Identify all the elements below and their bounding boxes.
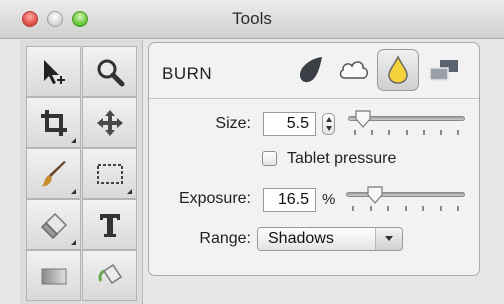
slider-tick [422, 206, 424, 211]
slider-track[interactable] [346, 192, 465, 197]
magnifier-icon [97, 59, 124, 86]
panel-title: BURN [162, 64, 213, 83]
range-select-value: Shadows [268, 230, 334, 247]
crop-tool[interactable] [26, 97, 81, 148]
exposure-label: Exposure: [178, 190, 251, 207]
four-arrows-icon [96, 109, 123, 136]
size-stepper[interactable] [322, 113, 335, 135]
fill-tool[interactable] [82, 250, 137, 301]
eraser-tool[interactable] [26, 199, 81, 250]
paintbrush-icon [41, 160, 66, 186]
arrow-move-icon [43, 59, 65, 84]
slider-tick [457, 206, 459, 211]
panel-header: BURN [149, 43, 479, 99]
slider-tick [457, 130, 459, 135]
cloud-mode-button[interactable] [333, 49, 375, 91]
range-label: Range: [199, 230, 251, 247]
zoom-tool[interactable] [82, 46, 137, 97]
cloud-icon [339, 61, 368, 79]
tool-options-panel: BURN Size: 5.5 Tablet pressure Exposure:… [148, 42, 480, 276]
exposure-field[interactable]: 16.5 [263, 188, 316, 212]
slider-tick [405, 130, 408, 135]
slider-knob[interactable] [366, 186, 384, 204]
tablet-pressure-label: Tablet pressure [287, 150, 397, 167]
pan-tool[interactable] [82, 97, 137, 148]
exposure-unit: % [322, 191, 336, 208]
crop-icon [40, 109, 67, 136]
marquee-tool[interactable] [82, 148, 137, 199]
eraser-icon [40, 212, 67, 239]
slider-tick [388, 130, 391, 135]
stacked-rects-icon [429, 60, 458, 81]
chevron-down-icon [375, 228, 402, 250]
text-tool[interactable] [82, 199, 137, 250]
slider-tick [352, 206, 354, 211]
paint-bucket-icon [98, 263, 122, 284]
slider-ticks [348, 130, 465, 136]
drop-mode-button[interactable] [377, 49, 419, 91]
size-label: Size: [215, 115, 251, 132]
range-select[interactable]: Shadows [257, 227, 403, 251]
size-slider[interactable] [348, 110, 465, 140]
slider-tick [371, 130, 374, 135]
brush-tool[interactable] [26, 148, 81, 199]
window-title: Tools [232, 9, 272, 28]
dashed-rect-icon [96, 163, 123, 184]
exposure-slider[interactable] [346, 186, 465, 216]
slider-ticks [346, 206, 465, 212]
tools-window: Tools BURN Size: 5.5 Tablet pressure Exp… [0, 0, 504, 304]
burn-drop-icon [300, 57, 322, 83]
slider-tick [439, 130, 442, 135]
layers-mode-button[interactable] [423, 49, 465, 91]
move-pointer-tool[interactable] [26, 46, 81, 97]
slider-tick [369, 206, 372, 211]
slider-tick [404, 206, 407, 211]
burn-mode-button[interactable] [289, 49, 331, 91]
title-bar[interactable]: Tools [0, 0, 504, 39]
gradient-rect-icon [41, 268, 66, 284]
slider-tick [387, 206, 389, 211]
droplet-icon [388, 55, 408, 84]
slider-tick [354, 130, 356, 135]
text-t-icon [99, 213, 120, 237]
gradient-tool[interactable] [26, 250, 81, 301]
toolbox [20, 40, 143, 304]
slider-tick [422, 130, 425, 135]
slider-knob[interactable] [354, 110, 372, 128]
tablet-pressure-checkbox[interactable] [262, 151, 277, 166]
slider-tick [439, 206, 442, 211]
size-field[interactable]: 5.5 [263, 112, 316, 136]
